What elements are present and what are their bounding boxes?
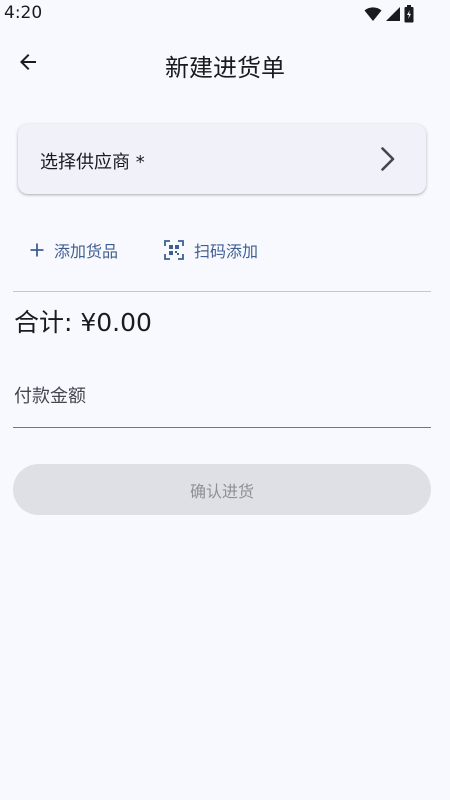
battery-icon bbox=[404, 5, 414, 23]
add-goods-button[interactable]: 添加货品 bbox=[30, 232, 118, 268]
signal-icon bbox=[385, 6, 401, 22]
page-title: 新建进货单 bbox=[165, 54, 285, 82]
select-supplier-card[interactable]: 选择供应商 * bbox=[18, 124, 426, 194]
screen: 4:20 新建进货单 选择供应商 * 添加货品 扫码添加 合计: ¥0.00 付… bbox=[0, 0, 450, 800]
add-goods-label: 添加货品 bbox=[54, 242, 119, 261]
status-bar: 4:20 bbox=[0, 0, 450, 28]
payment-field-underline bbox=[13, 426, 431, 428]
chevron-right-icon bbox=[380, 146, 396, 176]
status-icons bbox=[364, 5, 414, 23]
wifi-icon bbox=[364, 6, 382, 22]
payment-amount-input[interactable] bbox=[13, 366, 435, 428]
select-supplier-label: 选择供应商 * bbox=[40, 152, 145, 173]
status-time: 4:20 bbox=[4, 3, 43, 23]
app-bar: 新建进货单 bbox=[0, 36, 450, 92]
add-actions-row: 添加货品 扫码添加 bbox=[22, 232, 258, 268]
payment-amount-field[interactable]: 付款金额 bbox=[13, 366, 435, 428]
total-amount: 合计: ¥0.00 bbox=[14, 308, 152, 337]
plus-icon bbox=[30, 243, 44, 257]
confirm-purchase-button[interactable]: 确认进货 bbox=[13, 464, 431, 515]
scan-add-button[interactable]: 扫码添加 bbox=[164, 232, 258, 268]
divider bbox=[13, 291, 431, 292]
scan-add-label: 扫码添加 bbox=[194, 242, 259, 261]
qr-scan-icon bbox=[164, 240, 184, 260]
